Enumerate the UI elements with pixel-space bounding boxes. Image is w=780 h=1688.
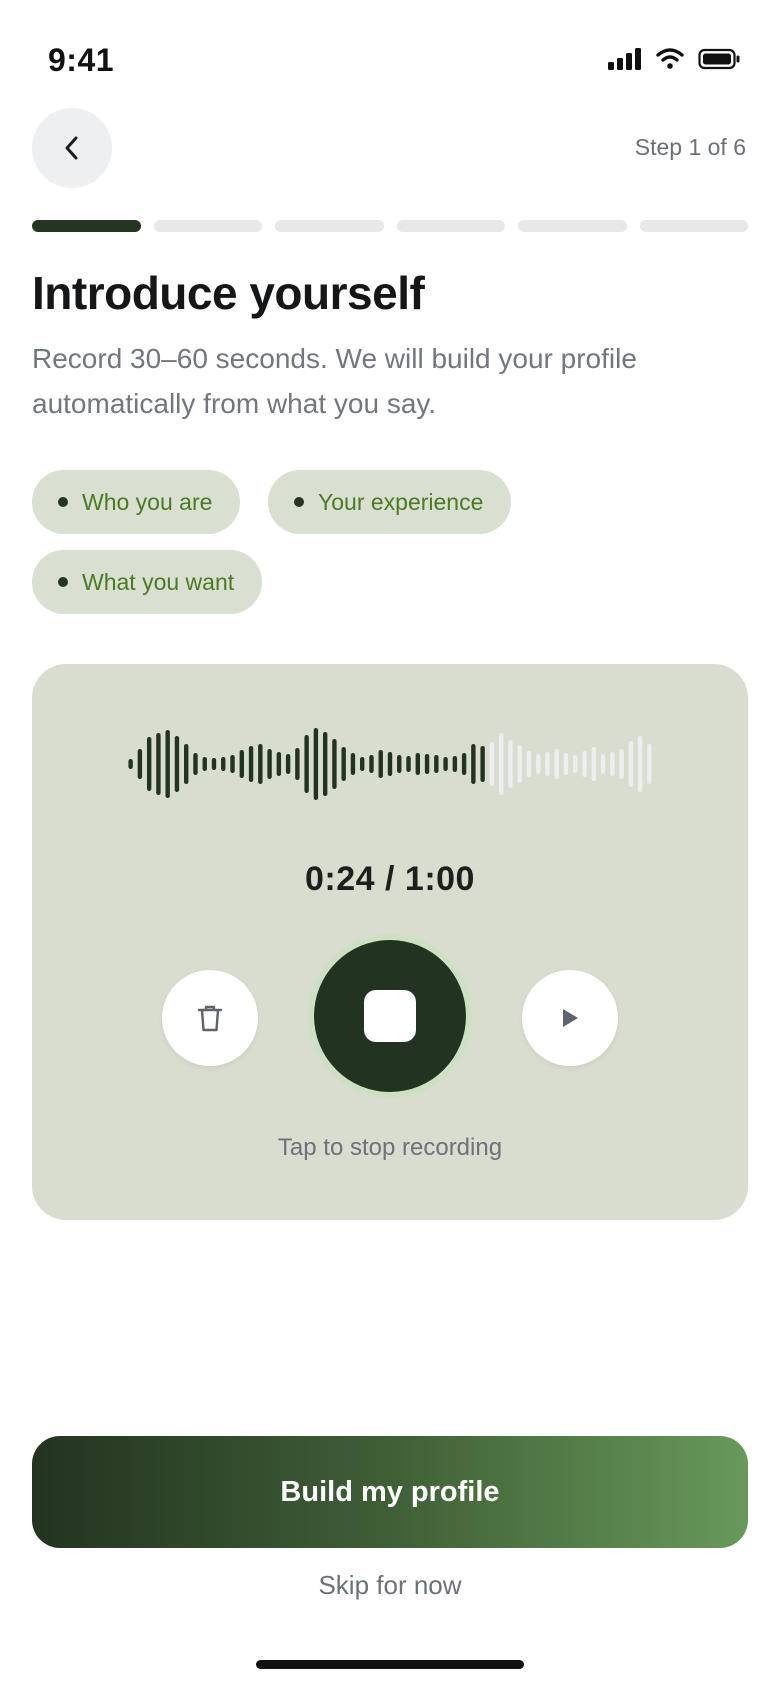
waveform-bar bbox=[350, 753, 356, 775]
waveform-bar bbox=[184, 744, 189, 784]
play-recording-button[interactable] bbox=[522, 970, 618, 1066]
waveform-bar bbox=[369, 755, 374, 773]
progress-segment bbox=[639, 220, 748, 232]
waveform-bar bbox=[545, 752, 550, 776]
waveform-bar bbox=[619, 749, 624, 779]
waveform-bar bbox=[360, 757, 365, 771]
waveform-bar bbox=[304, 735, 309, 793]
waveform-bar bbox=[610, 752, 615, 776]
waveform-bar bbox=[600, 754, 606, 774]
waveform-bar bbox=[137, 749, 143, 779]
chip-label: What you want bbox=[82, 568, 235, 595]
audio-waveform bbox=[128, 728, 652, 800]
topic-chip-who-you-are: Who you are bbox=[32, 470, 241, 534]
page-subtitle: Record 30–60 seconds. We will build your… bbox=[32, 343, 637, 419]
waveform-bar bbox=[480, 746, 485, 782]
stop-icon bbox=[364, 990, 416, 1042]
waveform-bar bbox=[295, 748, 300, 780]
waveform-bar bbox=[452, 756, 458, 772]
waveform-bar bbox=[341, 747, 346, 781]
waveform-bar bbox=[406, 756, 411, 772]
home-indicator bbox=[256, 1660, 524, 1669]
progress-segment bbox=[275, 220, 384, 232]
waveform-bar bbox=[591, 747, 596, 781]
waveform-bar bbox=[573, 755, 578, 773]
waveform-bar bbox=[378, 750, 383, 778]
waveform-bar bbox=[563, 753, 569, 775]
skip-link[interactable]: Skip for now bbox=[0, 1570, 780, 1601]
waveform-bar bbox=[647, 744, 652, 784]
waveform-bar bbox=[230, 755, 235, 773]
waveform-bar bbox=[443, 757, 448, 771]
trash-icon bbox=[197, 1005, 223, 1032]
waveform-bar bbox=[221, 757, 226, 771]
waveform-bar bbox=[156, 733, 161, 795]
waveform-bar bbox=[332, 739, 337, 789]
waveform-bar bbox=[128, 759, 133, 769]
waveform-bar bbox=[517, 745, 522, 783]
status-bar: 9:41 bbox=[0, 0, 780, 100]
waveform-bar bbox=[387, 752, 393, 776]
signal-icon bbox=[608, 48, 641, 70]
waveform-bar bbox=[434, 755, 439, 773]
waveform-bar bbox=[489, 742, 495, 786]
waveform-bar bbox=[471, 744, 476, 784]
waveform-bar bbox=[415, 753, 420, 775]
status-icons bbox=[608, 48, 740, 70]
waveform-bar bbox=[146, 737, 152, 791]
chevron-left-icon bbox=[65, 136, 78, 160]
wifi-icon bbox=[656, 48, 684, 69]
topic-chip-what-you-want: What you want bbox=[32, 550, 263, 614]
waveform-bar bbox=[628, 741, 634, 787]
waveform-bar bbox=[258, 744, 263, 784]
waveform-bar bbox=[461, 753, 467, 775]
chip-label: Who you are bbox=[82, 488, 213, 515]
step-label: Step 1 of 6 bbox=[634, 134, 746, 160]
build-profile-button[interactable]: Build my profile bbox=[32, 1436, 748, 1548]
recording-hint: Tap to stop recording bbox=[277, 1134, 503, 1161]
chip-dot bbox=[58, 577, 68, 587]
progress-segment bbox=[153, 220, 262, 232]
waveform-bar bbox=[508, 740, 513, 788]
chip-dot bbox=[294, 497, 304, 507]
waveform-bar bbox=[193, 753, 198, 775]
waveform-bar bbox=[285, 754, 291, 774]
waveform-bar bbox=[239, 750, 244, 778]
battery-icon bbox=[698, 48, 740, 70]
progress-segment bbox=[32, 220, 141, 232]
progress-segment bbox=[518, 220, 627, 232]
waveform-bar bbox=[498, 733, 504, 795]
waveform-bar bbox=[248, 746, 254, 782]
waveform-bar bbox=[165, 730, 170, 798]
waveform-bar bbox=[637, 736, 643, 792]
waveform-bar bbox=[174, 736, 180, 792]
waveform-bar bbox=[397, 755, 402, 773]
waveform-bar bbox=[276, 752, 282, 776]
waveform-bar bbox=[202, 757, 207, 771]
play-icon bbox=[563, 1009, 578, 1027]
stop-recording-button[interactable] bbox=[314, 940, 466, 1092]
status-time: 9:41 bbox=[48, 42, 115, 78]
waveform-bar bbox=[313, 728, 319, 800]
waveform-bar bbox=[526, 751, 532, 777]
voice-recorder-card: 0:24 / 1:00 Tap to stop recording bbox=[32, 664, 748, 1220]
step-progress-bar bbox=[32, 220, 748, 232]
chip-dot bbox=[58, 497, 68, 507]
waveform-bar bbox=[211, 758, 217, 770]
waveform-bar bbox=[267, 749, 272, 779]
topic-chip-your-experience: Your experience bbox=[268, 470, 512, 534]
waveform-bar bbox=[554, 749, 559, 779]
progress-segment bbox=[396, 220, 505, 232]
recording-timer: 0:24 / 1:00 bbox=[305, 860, 475, 898]
chip-label: Your experience bbox=[318, 488, 484, 515]
waveform-bar bbox=[582, 751, 587, 777]
waveform-bar bbox=[322, 732, 328, 796]
back-button[interactable] bbox=[32, 108, 112, 188]
waveform-bar bbox=[536, 754, 541, 774]
page-title: Introduce yourself bbox=[32, 267, 425, 319]
waveform-bar bbox=[424, 754, 430, 774]
delete-recording-button[interactable] bbox=[162, 970, 258, 1066]
